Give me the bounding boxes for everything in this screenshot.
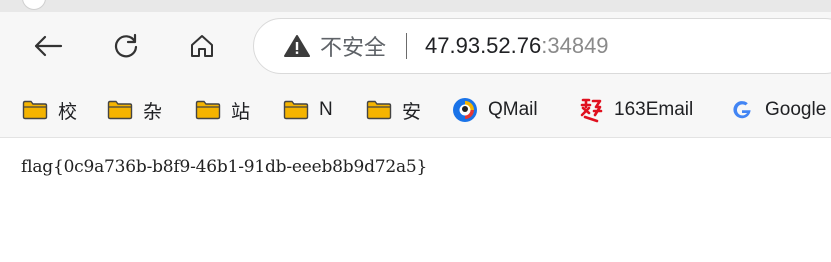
- flag-text: flag{0c9a736b-b8f9-46b1-91db-eeeb8b9d72a…: [21, 157, 428, 177]
- warning-triangle-icon[interactable]: [284, 34, 310, 58]
- folder-icon: [22, 99, 48, 121]
- url-host[interactable]: 47.93.52.76: [425, 33, 541, 59]
- folder-icon: [283, 99, 309, 121]
- tab-strip: [0, 0, 831, 12]
- tab-favicon[interactable]: [22, 0, 46, 10]
- back-button[interactable]: [30, 28, 66, 64]
- bookmark-folder-za[interactable]: 杂: [107, 97, 162, 123]
- bookmark-label: 站: [231, 101, 251, 123]
- page-content: flag{0c9a736b-b8f9-46b1-91db-eeeb8b9d72a…: [0, 139, 831, 262]
- home-icon: [191, 35, 213, 57]
- reload-button[interactable]: [108, 28, 144, 64]
- 163-icon: [578, 98, 604, 123]
- bookmark-qmail[interactable]: QMail: [452, 97, 538, 123]
- address-separator: [406, 33, 408, 59]
- bookmark-google[interactable]: Google: [729, 97, 826, 123]
- bookmark-folder-an[interactable]: 安: [366, 97, 421, 123]
- bookmark-label: 杂: [143, 101, 163, 123]
- reload-icon: [114, 33, 138, 58]
- folder-icon: [195, 99, 221, 121]
- folder-icon: [107, 99, 133, 121]
- bookmark-label: 163Email: [614, 99, 694, 120]
- bookmark-label: 校: [58, 101, 78, 123]
- bookmark-label: 安: [402, 101, 422, 123]
- bookmark-folder-xiao[interactable]: 校: [22, 97, 77, 123]
- browser-toolbar: 不安全 47.93.52.76 :34849: [0, 12, 831, 82]
- bookmark-folder-zhan[interactable]: 站: [195, 97, 250, 123]
- bookmark-folder-n[interactable]: N: [283, 97, 333, 123]
- bookmark-163email[interactable]: 163Email: [578, 97, 693, 123]
- bookmark-label: Google: [765, 99, 827, 120]
- bookmark-label: QMail: [488, 99, 538, 120]
- google-icon: [729, 99, 755, 121]
- bookmark-label: N: [319, 99, 333, 120]
- folder-icon: [366, 99, 392, 121]
- security-status-label[interactable]: 不安全: [320, 30, 386, 62]
- home-button[interactable]: [184, 28, 220, 64]
- arrow-left-icon: [34, 35, 63, 57]
- address-bar[interactable]: 不安全 47.93.52.76 :34849: [253, 18, 831, 74]
- url-port[interactable]: :34849: [541, 33, 608, 59]
- qmail-icon: [452, 98, 478, 122]
- bookmarks-bar: 校 杂 站 N 安 QMail 163Email Google: [0, 82, 831, 138]
